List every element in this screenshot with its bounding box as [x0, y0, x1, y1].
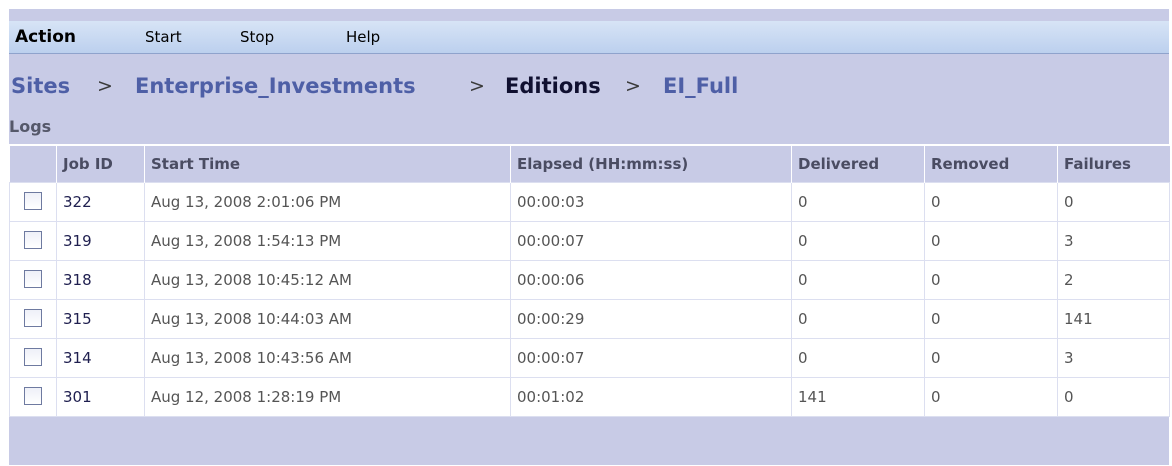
row-checkbox[interactable] [24, 230, 42, 249]
job-id-cell: 315 [56, 299, 145, 339]
row-select-cell [9, 377, 57, 417]
failures-cell: 3 [1057, 338, 1170, 378]
row-select-cell [9, 260, 57, 300]
logs-table-container: Job ID Start Time Elapsed (HH:mm:ss) Del… [9, 144, 1170, 417]
table-header-row: Job ID Start Time Elapsed (HH:mm:ss) Del… [9, 144, 1170, 183]
logs-panel: Action Start Stop Help Sites > Enterpris… [9, 9, 1170, 465]
delivered-cell: 141 [791, 377, 925, 417]
failures-cell: 0 [1057, 377, 1170, 417]
row-checkbox[interactable] [24, 386, 42, 405]
table-row: 318 Aug 13, 2008 10:45:12 AM 00:00:06 0 … [9, 260, 1170, 300]
start-time-cell: Aug 13, 2008 2:01:06 PM [144, 182, 511, 222]
job-id-cell: 318 [56, 260, 145, 300]
column-header-elapsed[interactable]: Elapsed (HH:mm:ss) [510, 144, 792, 183]
job-id-cell: 301 [56, 377, 145, 417]
elapsed-cell: 00:00:29 [510, 299, 792, 339]
start-time-cell: Aug 12, 2008 1:28:19 PM [144, 377, 511, 417]
removed-cell: 0 [924, 338, 1058, 378]
column-header-start-time[interactable]: Start Time [144, 144, 511, 183]
elapsed-cell: 00:00:07 [510, 338, 792, 378]
menu-bar: Action Start Stop Help [9, 21, 1169, 54]
row-select-cell [9, 338, 57, 378]
breadcrumb-separator: > [625, 75, 641, 97]
column-header-failures[interactable]: Failures [1057, 144, 1170, 183]
failures-cell: 0 [1057, 182, 1170, 222]
removed-cell: 0 [924, 377, 1058, 417]
table-footer-bar [9, 454, 1169, 465]
column-header-delivered[interactable]: Delivered [791, 144, 925, 183]
breadcrumb-ei-full[interactable]: EI_Full [663, 71, 738, 101]
failures-cell: 2 [1057, 260, 1170, 300]
removed-cell: 0 [924, 221, 1058, 261]
table-row: 301 Aug 12, 2008 1:28:19 PM 00:01:02 141… [9, 377, 1170, 417]
logs-table: Job ID Start Time Elapsed (HH:mm:ss) Del… [9, 144, 1170, 417]
failures-cell: 3 [1057, 221, 1170, 261]
menu-help[interactable]: Help [346, 21, 380, 53]
column-header-removed[interactable]: Removed [924, 144, 1058, 183]
start-time-cell: Aug 13, 2008 10:45:12 AM [144, 260, 511, 300]
elapsed-cell: 00:00:07 [510, 221, 792, 261]
row-checkbox[interactable] [24, 191, 42, 210]
column-header-job-id[interactable]: Job ID [56, 144, 145, 183]
row-select-cell [9, 221, 57, 261]
breadcrumb-editions[interactable]: Editions [505, 71, 601, 101]
elapsed-cell: 00:00:03 [510, 182, 792, 222]
removed-cell: 0 [924, 299, 1058, 339]
delivered-cell: 0 [791, 299, 925, 339]
removed-cell: 0 [924, 182, 1058, 222]
elapsed-cell: 00:00:06 [510, 260, 792, 300]
start-time-cell: Aug 13, 2008 10:44:03 AM [144, 299, 511, 339]
menu-action[interactable]: Action [15, 21, 76, 53]
removed-cell: 0 [924, 260, 1058, 300]
delivered-cell: 0 [791, 338, 925, 378]
start-time-cell: Aug 13, 2008 10:43:56 AM [144, 338, 511, 378]
row-checkbox[interactable] [24, 308, 42, 327]
breadcrumb-separator: > [469, 75, 485, 97]
delivered-cell: 0 [791, 221, 925, 261]
table-row: 315 Aug 13, 2008 10:44:03 AM 00:00:29 0 … [9, 299, 1170, 339]
select-column-header [9, 144, 57, 183]
logs-title: Logs [9, 117, 52, 136]
breadcrumb-sites[interactable]: Sites [11, 71, 70, 101]
table-row: 314 Aug 13, 2008 10:43:56 AM 00:00:07 0 … [9, 338, 1170, 378]
elapsed-cell: 00:01:02 [510, 377, 792, 417]
breadcrumb-separator: > [97, 75, 113, 97]
job-id-cell: 319 [56, 221, 145, 261]
failures-cell: 141 [1057, 299, 1170, 339]
row-checkbox[interactable] [24, 269, 42, 288]
job-id-cell: 314 [56, 338, 145, 378]
row-checkbox[interactable] [24, 347, 42, 366]
menu-stop[interactable]: Stop [240, 21, 274, 53]
menu-start[interactable]: Start [145, 21, 182, 53]
delivered-cell: 0 [791, 260, 925, 300]
table-row: 322 Aug 13, 2008 2:01:06 PM 00:00:03 0 0… [9, 182, 1170, 222]
delivered-cell: 0 [791, 182, 925, 222]
table-row: 319 Aug 13, 2008 1:54:13 PM 00:00:07 0 0… [9, 221, 1170, 261]
start-time-cell: Aug 13, 2008 1:54:13 PM [144, 221, 511, 261]
breadcrumb-enterprise-investments[interactable]: Enterprise_Investments [135, 71, 416, 101]
row-select-cell [9, 182, 57, 222]
job-id-cell: 322 [56, 182, 145, 222]
row-select-cell [9, 299, 57, 339]
